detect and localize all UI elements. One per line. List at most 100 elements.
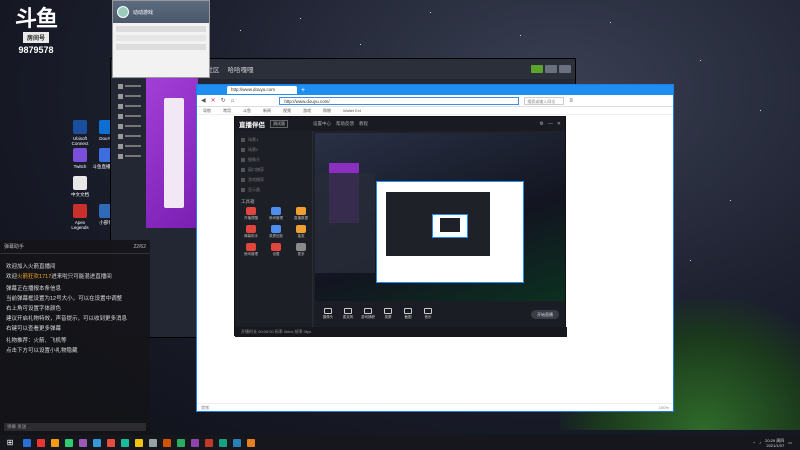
taskbar-app-10[interactable] xyxy=(160,435,174,450)
danmu-message: 右上角可设置字体颜色 xyxy=(6,306,62,312)
taskbar-app-5[interactable] xyxy=(90,435,104,450)
start-live-button[interactable]: 开始直播 xyxy=(531,309,559,319)
camera-button[interactable]: 摄像头 xyxy=(321,308,335,320)
app-version-badge: 测试版 xyxy=(270,120,288,128)
bookmark-item[interactable]: 常用 xyxy=(223,108,231,114)
record-button[interactable]: 录屏 xyxy=(381,308,395,320)
minimize-icon[interactable]: — xyxy=(548,121,553,127)
menu-icon[interactable]: ≡ xyxy=(569,98,573,104)
back-icon[interactable]: ◀ xyxy=(201,97,206,104)
bookmark-item[interactable]: 斗鱼 xyxy=(243,108,251,114)
app-tab[interactable]: 帮助反馈 xyxy=(336,121,354,127)
taskbar-app-15[interactable] xyxy=(230,435,244,450)
taskbar-app-4[interactable] xyxy=(76,435,90,450)
bookmark-item[interactable]: 导航 xyxy=(203,108,211,114)
close-page-icon[interactable]: ✕ xyxy=(211,97,216,104)
tool-item[interactable]: 弹幕助手 xyxy=(240,225,262,239)
microphone-button[interactable]: 麦克风 xyxy=(341,308,355,320)
desktop-icon-twitch[interactable]: Twitch xyxy=(66,148,94,169)
taskbar-app-13[interactable] xyxy=(202,435,216,450)
taskbar-app-0[interactable] xyxy=(20,435,34,450)
scene-item[interactable]: 游戏捕获 xyxy=(235,175,312,185)
danmu-message: 弹幕正在播报本条信息 xyxy=(6,286,62,292)
room-number: 9879578 xyxy=(18,45,54,55)
scene-item[interactable]: 显示器 xyxy=(235,185,312,195)
taskbar-app-icon xyxy=(121,438,129,447)
settings-icon[interactable]: ⚙ xyxy=(539,121,543,127)
bookmark-item[interactable]: Wallet Ext xyxy=(343,108,361,113)
new-tab-icon[interactable]: + xyxy=(301,87,305,94)
tool-item[interactable]: 抽奖 xyxy=(290,225,312,239)
taskbar-app-16[interactable] xyxy=(244,435,258,450)
stream-control-bar: 摄像头 麦克风 游戏捕获 录屏 截图 音乐 开始直播 xyxy=(315,301,565,327)
taskbar-app-6[interactable] xyxy=(104,435,118,450)
desktop-icon-document[interactable]: 中文文档 xyxy=(66,176,94,198)
notification-icon[interactable]: ▭ xyxy=(788,440,792,445)
scene-item[interactable]: 场景1 xyxy=(235,135,312,145)
tool-item[interactable]: 设置 xyxy=(265,243,287,257)
desktop-icon-label: Apex Legends xyxy=(71,220,89,230)
desktop-icon-ubisoft[interactable]: Ubisoft Connect xyxy=(66,120,94,146)
bookmark-item[interactable]: 视频 xyxy=(283,108,291,114)
taskbar-app-2[interactable] xyxy=(48,435,62,450)
taskbar-app-icon xyxy=(219,438,227,447)
app-sidebar: 场景1 场景2 摄像头 窗口捕获 游戏捕获 显示器 工具箱 开播提醒 房间管理 … xyxy=(235,131,313,327)
zoom-level[interactable]: 100% xyxy=(659,405,669,410)
tab-profile[interactable]: 哈哈嘎嘎 xyxy=(228,64,254,74)
toolbox-grid: 开播提醒 房间管理 直播数据 弹幕助手 录屏回放 抽奖 房间管理 设置 更多 xyxy=(235,207,312,257)
tool-item[interactable]: 更多 xyxy=(290,243,312,257)
taskbar-app-14[interactable] xyxy=(216,435,230,450)
refresh-icon[interactable]: ↻ xyxy=(221,97,226,104)
taskbar-app-icon xyxy=(37,438,45,447)
taskbar-app-8[interactable] xyxy=(132,435,146,450)
game-banner-image xyxy=(146,78,198,228)
taskbar-app-icon xyxy=(65,438,73,447)
bookmark-item[interactable]: 新闻 xyxy=(263,108,271,114)
scene-item[interactable]: 场景2 xyxy=(235,145,312,155)
game-capture-button[interactable]: 游戏捕获 xyxy=(361,308,375,320)
tool-item[interactable]: 直播数据 xyxy=(290,207,312,221)
taskbar-app-icon xyxy=(191,438,199,447)
app-tab[interactable]: 教程 xyxy=(359,121,368,127)
taskbar-app-9[interactable] xyxy=(146,435,160,450)
tool-item[interactable]: 房间管理 xyxy=(240,243,262,257)
volume-icon[interactable]: ♪ xyxy=(759,440,761,445)
danmu-message: 点击下方可以设置小礼物隐藏 xyxy=(6,348,78,354)
friends-button[interactable] xyxy=(531,65,543,73)
bookmark-item[interactable]: 游戏 xyxy=(303,108,311,114)
nested-app-preview-2 xyxy=(440,218,460,232)
danmu-message: 礼物推荐：火箭、飞机等 xyxy=(6,338,67,344)
tool-item[interactable]: 录屏回放 xyxy=(265,225,287,239)
search-input[interactable]: 搜索或输入网址 xyxy=(524,96,565,105)
taskbar-app-7[interactable] xyxy=(118,435,132,450)
chat-window[interactable]: 动动游戏 xyxy=(112,0,210,78)
notifications-button[interactable] xyxy=(545,65,557,73)
scene-item[interactable]: 窗口捕获 xyxy=(235,165,312,175)
taskbar-app-11[interactable] xyxy=(174,435,188,450)
taskbar-app-icon xyxy=(51,438,59,447)
scene-item[interactable]: 摄像头 xyxy=(235,155,312,165)
danmu-count: 22/62 xyxy=(133,243,146,250)
taskbar-app-12[interactable] xyxy=(188,435,202,450)
tool-item[interactable]: 房间管理 xyxy=(265,207,287,221)
taskbar-app-3[interactable] xyxy=(62,435,76,450)
windows-icon[interactable]: ⊞ xyxy=(0,435,20,450)
taskbar-apps xyxy=(20,435,258,450)
music-button[interactable]: 音乐 xyxy=(421,308,435,320)
address-bar[interactable]: http://www.douyu.com/ xyxy=(279,96,520,105)
tool-item[interactable]: 开播提醒 xyxy=(240,207,262,221)
profile-button[interactable] xyxy=(559,65,571,73)
close-icon[interactable]: ✕ xyxy=(557,121,561,127)
taskbar-app-1[interactable] xyxy=(34,435,48,450)
app-tab[interactable]: 设置中心 xyxy=(313,121,331,127)
bookmark-item[interactable]: 购物 xyxy=(323,108,331,114)
network-icon[interactable]: ◔ xyxy=(753,440,755,445)
desktop-icon-apex[interactable]: Apex Legends xyxy=(66,204,94,230)
browser-statusbar: 就绪 100% xyxy=(197,403,673,411)
home-icon[interactable]: ⌂ xyxy=(231,98,235,104)
clock-time: 20:29 周四 xyxy=(765,437,785,443)
clock[interactable]: 20:29 周四 2021/1/07 xyxy=(765,438,784,448)
browser-tab[interactable]: http://www.douyu.com xyxy=(227,86,297,94)
danmu-input[interactable]: 弹幕 发送 xyxy=(4,423,146,431)
screenshot-button[interactable]: 截图 xyxy=(401,308,415,320)
